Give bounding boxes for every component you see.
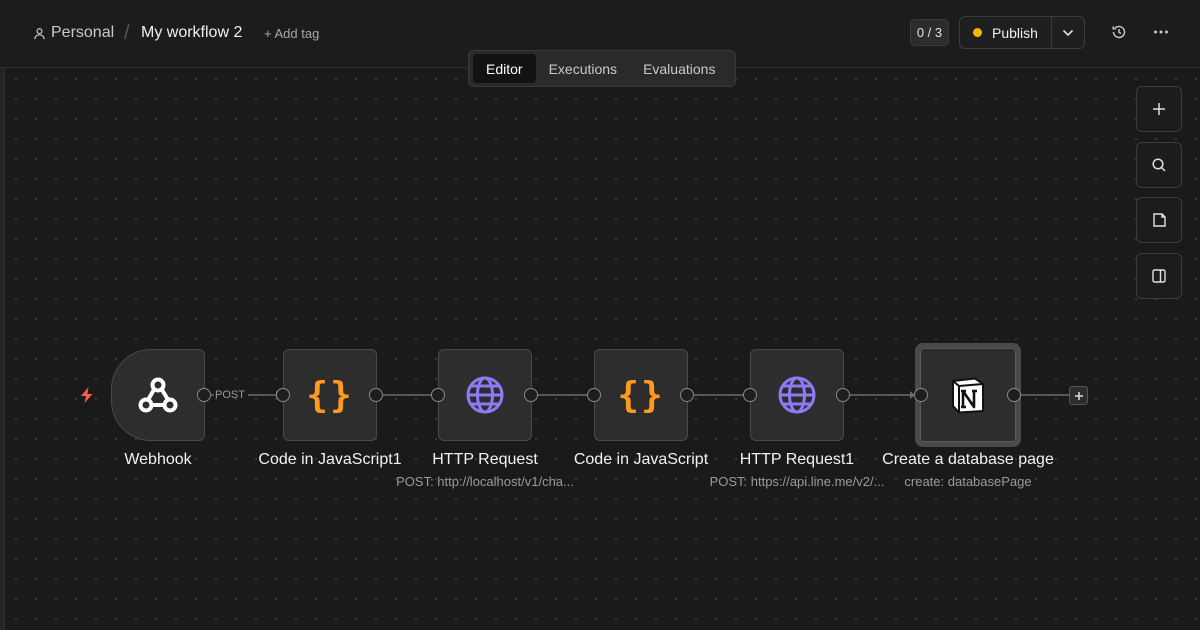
history-button[interactable] (1109, 22, 1129, 42)
version-counter: 0 / 3 (910, 19, 949, 46)
more-options-button[interactable] (1151, 22, 1171, 42)
tab-editor[interactable]: Editor (473, 54, 536, 83)
node-label: Webhook (124, 451, 192, 468)
node-code-js1[interactable]: {} (283, 349, 377, 441)
toggle-panel-button[interactable] (1136, 253, 1182, 299)
left-sidebar-edge (0, 0, 5, 630)
workflow-name[interactable]: My workflow 2 (141, 24, 242, 42)
tab-executions[interactable]: Executions (536, 54, 630, 83)
globe-icon (466, 376, 504, 414)
connection-label: POST (215, 389, 245, 401)
add-sticky-note-button[interactable] (1136, 197, 1182, 243)
node-label: Code in JavaScript (573, 451, 709, 468)
node-http-request[interactable] (438, 349, 532, 441)
publish-button-group: Publish (959, 16, 1085, 49)
publish-button[interactable]: Publish (960, 17, 1051, 48)
panel-icon (1152, 269, 1166, 283)
trigger-bolt-icon (81, 387, 93, 403)
node-webhook-output-handle[interactable] (197, 388, 211, 402)
breadcrumb-project[interactable]: Personal (33, 24, 114, 42)
node-http-request1-output-handle[interactable] (836, 388, 850, 402)
plus-icon (1074, 391, 1083, 400)
node-create-database-page[interactable] (915, 343, 1021, 447)
node-code-js[interactable]: {} (594, 349, 688, 441)
node-code-js1-input-handle[interactable] (276, 388, 290, 402)
node-sublabel: POST: http://localhost/v1/cha... (396, 474, 574, 489)
node-sublabel: create: databasePage (904, 474, 1032, 489)
code-braces-icon: {} (617, 374, 665, 416)
search-icon (1152, 158, 1166, 172)
node-inner (920, 348, 1016, 442)
publish-dropdown-toggle[interactable] (1050, 17, 1084, 48)
node-label: Code in JavaScript1 (258, 451, 402, 468)
node-create-database-page-input-handle[interactable] (914, 388, 928, 402)
node-code-js1-output-handle[interactable] (369, 388, 383, 402)
view-tabs: Editor Executions Evaluations (468, 50, 736, 87)
search-nodes-button[interactable] (1136, 142, 1182, 188)
add-next-node-button[interactable] (1069, 386, 1088, 405)
history-icon (1112, 25, 1126, 39)
add-node-button[interactable] (1136, 86, 1182, 132)
notion-icon (952, 377, 984, 414)
node-create-database-page-output-handle[interactable] (1007, 388, 1021, 402)
node-http-request1-input-handle[interactable] (743, 388, 757, 402)
user-icon (34, 27, 45, 39)
webhook-icon (138, 377, 178, 413)
tab-evaluations[interactable]: Evaluations (630, 54, 728, 83)
plus-icon (1153, 103, 1165, 115)
more-horizontal-icon (1154, 30, 1168, 34)
node-http-request-output-handle[interactable] (524, 388, 538, 402)
node-webhook[interactable] (111, 349, 205, 441)
add-tag-button[interactable]: + Add tag (264, 26, 319, 41)
project-name: Personal (51, 24, 115, 41)
node-label: HTTP Request1 (739, 451, 855, 468)
globe-icon (778, 376, 816, 414)
sticky-note-icon (1152, 213, 1166, 227)
code-braces-icon: {} (306, 374, 354, 416)
workflow-title: My workflow 2 (141, 24, 243, 41)
node-label: HTTP Request (432, 451, 538, 468)
node-http-request-input-handle[interactable] (431, 388, 445, 402)
publish-label: Publish (992, 24, 1038, 41)
node-code-js-output-handle[interactable] (680, 388, 694, 402)
breadcrumb-separator: / (124, 22, 130, 44)
chevron-down-icon (1062, 29, 1073, 36)
node-label: Create a database page (882, 451, 1054, 468)
status-dot (973, 28, 982, 37)
node-http-request1[interactable] (750, 349, 844, 441)
node-code-js-input-handle[interactable] (587, 388, 601, 402)
